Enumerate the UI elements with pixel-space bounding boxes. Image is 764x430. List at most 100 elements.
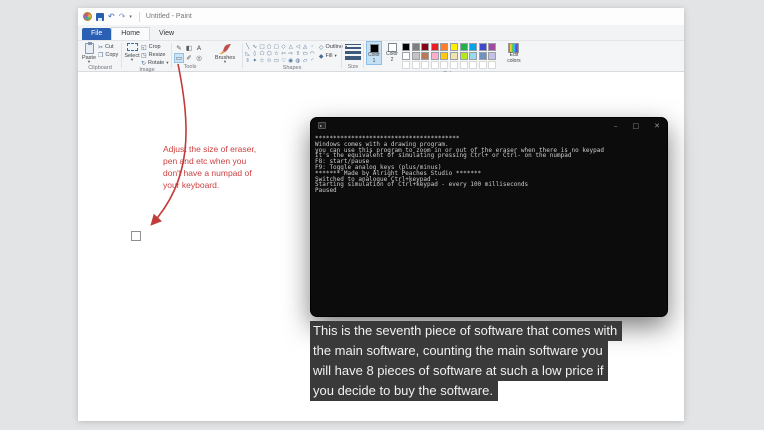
shape-cell[interactable]: ◜ — [309, 57, 316, 64]
palette-color[interactable] — [479, 43, 487, 51]
cut-button[interactable]: ✂ Cut — [98, 44, 118, 51]
size-button[interactable] — [345, 41, 361, 60]
shape-cell[interactable]: ▭ — [273, 57, 280, 64]
palette-empty-slot[interactable] — [402, 61, 410, 69]
palette-color[interactable] — [421, 43, 429, 51]
palette-empty-slot[interactable] — [412, 61, 420, 69]
palette-empty-slot[interactable] — [469, 61, 477, 69]
palette-empty-slot[interactable] — [479, 61, 487, 69]
crop-button[interactable]: ◱ Crop — [141, 44, 169, 51]
tab-view[interactable]: View — [150, 28, 183, 40]
undo-icon[interactable]: ↶ — [108, 13, 115, 21]
palette-color[interactable] — [469, 43, 477, 51]
shape-cell[interactable]: ⇩ — [244, 57, 251, 64]
palette-empty-slot[interactable] — [460, 61, 468, 69]
group-clipboard: Paste ▾ ✂ Cut ❐ Copy Clipboard — [80, 41, 120, 71]
color2-button[interactable]: Color 2 — [384, 41, 400, 63]
annotation-line: Adjust the size of eraser, — [163, 143, 256, 155]
shape-cell[interactable]: ▭ — [302, 50, 309, 57]
palette-color[interactable] — [488, 52, 496, 60]
palette-color[interactable] — [421, 52, 429, 60]
palette-color[interactable] — [450, 52, 458, 60]
magnifier-tool[interactable]: ◎ — [194, 53, 204, 63]
brushes-button[interactable]: Brushes ▾ — [209, 41, 241, 65]
shape-cell[interactable]: ⇧ — [294, 50, 301, 57]
palette-color[interactable] — [440, 43, 448, 51]
shape-cell[interactable]: ▱ — [302, 57, 309, 64]
palette-color[interactable] — [412, 43, 420, 51]
shape-cell[interactable]: ⇦ — [280, 50, 287, 57]
shape-cell[interactable]: △ — [287, 43, 294, 50]
paint-app-icon[interactable] — [83, 12, 92, 21]
fill-button[interactable]: ◆ Fill ▾ — [319, 53, 347, 60]
color-picker-tool[interactable]: ✐ — [184, 53, 194, 63]
save-icon[interactable] — [96, 13, 104, 21]
shape-cell[interactable]: ⬠ — [258, 50, 265, 57]
eraser-tool[interactable]: ▭ — [174, 53, 184, 63]
palette-empty-slot[interactable] — [488, 61, 496, 69]
shape-cell[interactable]: ◬ — [302, 43, 309, 50]
scissors-icon: ✂ — [98, 44, 103, 51]
palette-color[interactable] — [460, 52, 468, 60]
shape-cell[interactable]: □ — [258, 43, 265, 50]
shape-cell[interactable]: ◺ — [244, 50, 251, 57]
brush-icon — [218, 43, 232, 55]
shape-cell[interactable]: ☆ — [273, 50, 280, 57]
shape-cell[interactable]: ◍ — [294, 57, 301, 64]
shape-cell[interactable]: ♡ — [280, 57, 287, 64]
paste-button[interactable]: Paste ▾ — [80, 41, 98, 65]
palette-color[interactable] — [440, 52, 448, 60]
palette-color[interactable] — [431, 43, 439, 51]
shape-cell[interactable]: ◠ — [309, 50, 316, 57]
redo-icon[interactable]: ↷ — [119, 13, 126, 21]
console-title-bar[interactable]: ▸ – □ ✕ — [311, 118, 667, 133]
palette-empty-slot[interactable] — [431, 61, 439, 69]
select-button[interactable]: Select ▾ — [123, 41, 141, 63]
palette-empty-slot[interactable] — [450, 61, 458, 69]
console-app-icon: ▸ — [318, 122, 326, 129]
pencil-tool[interactable]: ✎ — [174, 43, 184, 53]
palette-empty-slot[interactable] — [440, 61, 448, 69]
shape-cell[interactable]: ✩ — [266, 57, 273, 64]
shape-cell[interactable]: ◁ — [294, 43, 301, 50]
shape-cell[interactable]: ☆ — [258, 57, 265, 64]
maximize-button[interactable]: □ — [633, 121, 640, 131]
color1-button[interactable]: Color 1 — [366, 41, 382, 65]
palette-color[interactable] — [479, 52, 487, 60]
edit-colors-button[interactable]: Edit colors — [503, 41, 525, 64]
shape-cell[interactable]: ╲ — [244, 43, 251, 50]
fill-tool[interactable]: ◧ — [184, 43, 194, 53]
palette-color[interactable] — [469, 52, 477, 60]
palette-color[interactable] — [431, 52, 439, 60]
shape-cell[interactable]: ▢ — [273, 43, 280, 50]
palette-empty-slot[interactable] — [421, 61, 429, 69]
resize-button[interactable]: ◳ Resize — [141, 52, 169, 59]
shape-cell[interactable]: ○ — [266, 43, 273, 50]
tab-home[interactable]: Home — [111, 27, 150, 40]
palette-color[interactable] — [488, 43, 496, 51]
qat-dropdown-icon[interactable]: ▾ — [129, 14, 132, 20]
minimize-button[interactable]: – — [614, 121, 618, 131]
size-group-label: Size — [344, 64, 362, 71]
shape-cell[interactable]: ◦ — [309, 43, 316, 50]
shape-cell[interactable]: ◇ — [280, 43, 287, 50]
tab-file[interactable]: File — [82, 28, 111, 40]
shape-cell[interactable]: ∿ — [251, 43, 258, 50]
text-tool[interactable]: A — [194, 43, 204, 53]
close-button[interactable]: ✕ — [654, 121, 660, 131]
rotate-button[interactable]: ↻ Rotate ▾ — [141, 60, 169, 67]
copy-button[interactable]: ❐ Copy — [98, 52, 118, 59]
shape-cell[interactable]: ◉ — [287, 57, 294, 64]
outline-button[interactable]: ◇ Outline ▾ — [319, 44, 347, 51]
shape-cell[interactable]: ✦ — [251, 57, 258, 64]
shape-cell[interactable]: ◊ — [251, 50, 258, 57]
palette-color[interactable] — [402, 43, 410, 51]
palette-color[interactable] — [460, 43, 468, 51]
palette-color[interactable] — [450, 43, 458, 51]
shape-cell[interactable]: ⬡ — [266, 50, 273, 57]
shape-cell[interactable]: ⇨ — [287, 50, 294, 57]
palette-color[interactable] — [412, 52, 420, 60]
cut-label: Cut — [105, 44, 114, 51]
title-bar[interactable]: ↶ ↷ ▾ Untitled - Paint — [78, 8, 684, 25]
palette-color[interactable] — [402, 52, 410, 60]
